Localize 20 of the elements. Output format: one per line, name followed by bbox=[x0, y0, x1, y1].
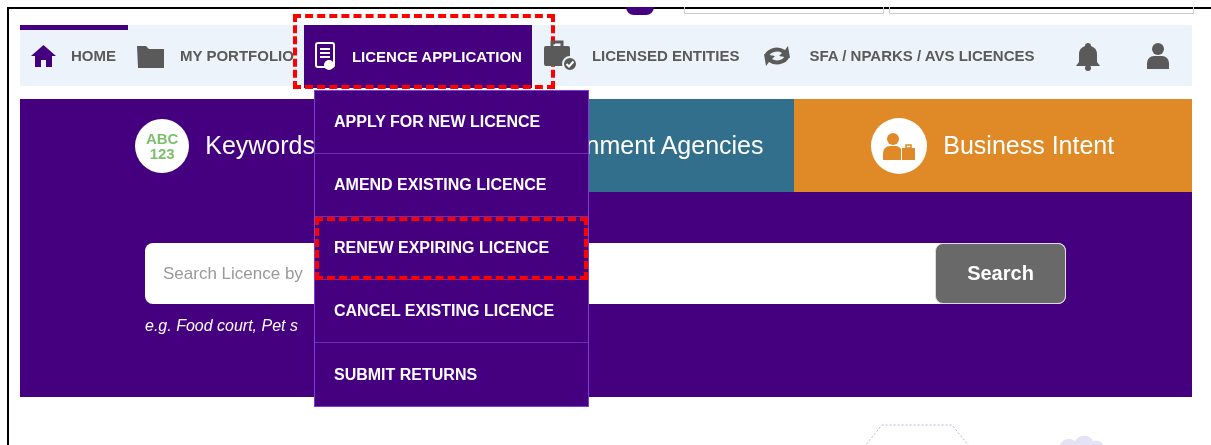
user-icon[interactable] bbox=[1146, 41, 1170, 70]
home-icon bbox=[30, 43, 57, 68]
briefcase-icon bbox=[541, 39, 578, 72]
top-field[interactable] bbox=[684, 7, 884, 14]
bell-icon[interactable] bbox=[1074, 40, 1102, 71]
menu-item[interactable]: AMEND EXISTING LICENCE bbox=[315, 154, 588, 217]
nav-item[interactable]: SFA / NPARKS / AVS LICENCES bbox=[749, 25, 1045, 86]
menu-item[interactable]: APPLY FOR NEW LICENCE bbox=[315, 91, 588, 154]
top-field[interactable] bbox=[889, 7, 1194, 14]
menu-item[interactable]: CANCEL EXISTING LICENCE bbox=[315, 280, 588, 343]
nav-item[interactable]: LICENCE APPLICATION bbox=[303, 25, 532, 88]
search-button[interactable]: Search bbox=[935, 243, 1066, 304]
nav-item[interactable]: LICENSED ENTITIES bbox=[531, 25, 750, 86]
nav-item[interactable]: MY PORTFOLIO bbox=[126, 25, 304, 86]
menu-item[interactable]: SUBMIT RETURNS bbox=[315, 343, 588, 406]
menu-item[interactable]: RENEW EXPIRING LICENCE bbox=[315, 217, 588, 280]
nav-item[interactable]: HOME bbox=[20, 25, 126, 86]
keywords-badge: ABC 123 bbox=[135, 118, 190, 173]
search-hint: e.g. Food court, Pet s bbox=[145, 317, 299, 335]
certificate-icon bbox=[313, 40, 338, 73]
